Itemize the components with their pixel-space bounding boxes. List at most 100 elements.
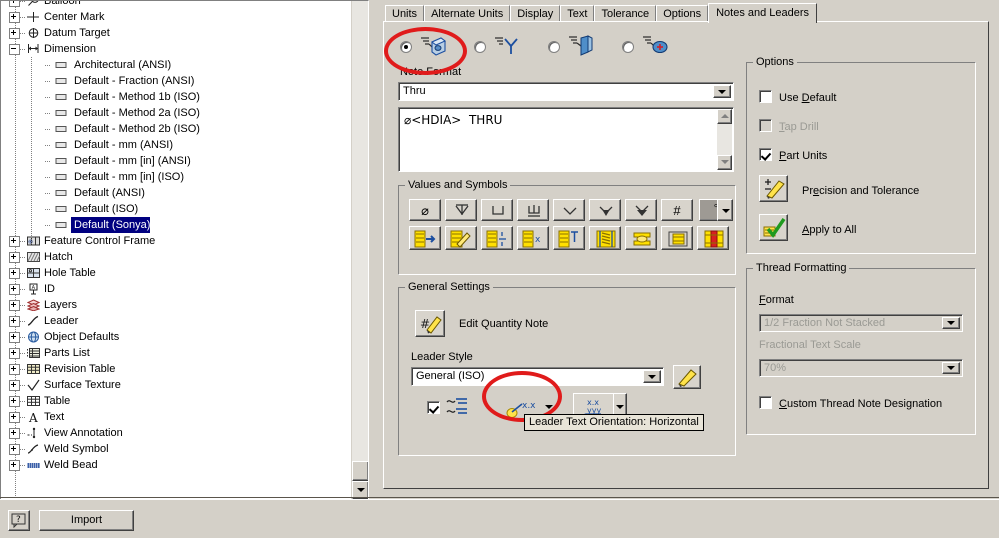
tree-item[interactable]: Dimension <box>1 41 352 57</box>
expand-icon[interactable] <box>9 444 20 455</box>
number-symbol-button[interactable]: # <box>661 199 693 221</box>
tree-item[interactable]: View Annotation <box>1 425 352 441</box>
expand-icon[interactable] <box>9 12 20 23</box>
tree-item[interactable]: Table <box>1 393 352 409</box>
note-text-editor[interactable]: ⌀<HDIA> THRU <box>398 107 734 172</box>
tree-item[interactable]: A Text <box>1 409 352 425</box>
tree-item[interactable]: Default (ANSI) <box>1 185 352 201</box>
help-button[interactable]: ? <box>8 510 30 531</box>
insert-text-button[interactable] <box>553 226 585 250</box>
deep-symbol-button[interactable] <box>625 199 657 221</box>
chevron-down-icon[interactable] <box>545 405 553 409</box>
tab-units[interactable]: Units <box>385 5 425 22</box>
diameter-symbol-button[interactable]: ⌀ <box>409 199 441 221</box>
note-text-scrollbar[interactable] <box>717 109 732 170</box>
thread-note-button[interactable] <box>625 226 657 250</box>
leader-text-wrap-checkbox[interactable] <box>427 401 440 414</box>
edit-leader-style-button[interactable] <box>673 365 701 389</box>
tree-item[interactable]: Weld Bead <box>1 457 352 473</box>
expand-icon[interactable] <box>9 364 20 375</box>
tree-item[interactable]: Center Mark <box>1 9 352 25</box>
tree-item[interactable]: Default - Method 2b (ISO) <box>1 121 352 137</box>
tapped-hole-button[interactable] <box>697 226 729 250</box>
tree-item[interactable]: Default - mm (ANSI) <box>1 137 352 153</box>
tab-options[interactable]: Options <box>656 5 709 22</box>
hole-thread-button[interactable] <box>589 226 621 250</box>
expand-icon[interactable] <box>9 252 20 263</box>
tree-scrollbar-thumb[interactable] <box>352 461 368 481</box>
expand-icon[interactable] <box>9 1 20 7</box>
collapse-icon[interactable] <box>9 44 20 55</box>
import-button[interactable]: Import <box>39 510 134 531</box>
part-units-checkbox[interactable] <box>759 148 772 161</box>
tree-item[interactable]: Default (ISO) <box>1 201 352 217</box>
countersink-symbol-button[interactable] <box>553 199 585 221</box>
expand-icon[interactable] <box>9 396 20 407</box>
edit-value-button[interactable] <box>445 226 477 250</box>
tree-item[interactable]: A ID <box>1 281 352 297</box>
tree-item[interactable]: Object Defaults <box>1 329 352 345</box>
expand-icon[interactable] <box>9 316 20 327</box>
hole-tag-button[interactable] <box>661 226 693 250</box>
expand-icon[interactable] <box>9 28 20 39</box>
precision-and-tolerance-button[interactable] <box>759 175 788 202</box>
chevron-down-icon[interactable] <box>713 85 731 98</box>
styles-tree-panel[interactable]: 1 Balloon Center Mark Datum Target Dimension… <box>0 0 369 500</box>
tree-item[interactable]: Default - mm [in] (ANSI) <box>1 153 352 169</box>
counterbore-symbol-button[interactable] <box>481 199 513 221</box>
tree-item[interactable]: Leader <box>1 313 352 329</box>
depth-symbol-button[interactable] <box>445 199 477 221</box>
tree-item[interactable]: Hole Table <box>1 265 352 281</box>
tree-item[interactable]: Datum Target <box>1 25 352 41</box>
note-format-combo[interactable]: Thru <box>398 82 734 101</box>
tree-item[interactable]: Architectural (ANSI) <box>1 57 352 73</box>
hole-note-radio[interactable] <box>400 41 412 53</box>
expand-icon[interactable] <box>9 460 20 471</box>
expand-icon[interactable] <box>9 300 20 311</box>
styles-tree-viewport[interactable]: 1 Balloon Center Mark Datum Target Dimension… <box>1 1 352 499</box>
expand-icon[interactable] <box>9 428 20 439</box>
punch-note-radio[interactable] <box>622 41 634 53</box>
insert-value-button[interactable] <box>409 226 441 250</box>
chevron-down-icon[interactable] <box>643 370 661 383</box>
expand-icon[interactable] <box>9 284 20 295</box>
hole-note-icon[interactable] <box>420 34 446 61</box>
expand-icon[interactable] <box>9 268 20 279</box>
tree-item[interactable]: Revision Table <box>1 361 352 377</box>
chamfer-note-radio[interactable] <box>474 41 486 53</box>
quantity-value-button[interactable]: x <box>517 226 549 250</box>
tab-strip[interactable]: Units Alternate Units Display Text Tolerance… <box>385 3 818 23</box>
tree-item[interactable]: Default - mm [in] (ISO) <box>1 169 352 185</box>
custom-thread-note-checkbox[interactable] <box>759 396 772 409</box>
expand-icon[interactable] <box>9 348 20 359</box>
tree-item[interactable]: Default - Method 1b (ISO) <box>1 89 352 105</box>
conical-taper-symbol-button[interactable] <box>589 199 621 221</box>
edit-quantity-note-button[interactable]: # <box>415 310 445 337</box>
tree-item[interactable]: Weld Symbol <box>1 441 352 457</box>
scroll-up-button[interactable] <box>717 109 732 124</box>
tab-display[interactable]: Display <box>510 5 561 22</box>
expand-icon[interactable] <box>9 412 20 423</box>
chamfer-note-icon[interactable] <box>494 34 520 61</box>
tree-item[interactable]: Default - Method 2a (ISO) <box>1 105 352 121</box>
leader-style-combo[interactable]: General (ISO) <box>411 367 664 386</box>
tree-item[interactable]: Default - Fraction (ANSI) <box>1 73 352 89</box>
tree-scrollbar-track[interactable] <box>352 1 368 483</box>
tree-item[interactable]: Layers <box>1 297 352 313</box>
tab-alternate-units[interactable]: Alternate Units <box>424 5 511 22</box>
bend-note-radio[interactable] <box>548 41 560 53</box>
bend-note-icon[interactable] <box>568 34 594 61</box>
tree-item[interactable]: 1 Balloon <box>1 1 352 9</box>
tree-item[interactable]: Surface Texture <box>1 377 352 393</box>
stacked-value-button[interactable] <box>481 226 513 250</box>
tree-item[interactable]: Parts List <box>1 345 352 361</box>
tree-item[interactable]: ⊕Feature Control Frame <box>1 233 352 249</box>
tab-tolerance[interactable]: Tolerance <box>594 5 657 22</box>
styles-tree-list[interactable]: 1 Balloon Center Mark Datum Target Dimension… <box>1 1 352 473</box>
tree-item[interactable]: Hatch <box>1 249 352 265</box>
tab-text[interactable]: Text <box>560 5 595 22</box>
tree-vertical-scrollbar[interactable] <box>351 1 368 499</box>
expand-icon[interactable] <box>9 380 20 391</box>
punch-note-icon[interactable] <box>642 34 668 61</box>
tab-notes-and-leaders[interactable]: Notes and Leaders <box>708 3 818 23</box>
